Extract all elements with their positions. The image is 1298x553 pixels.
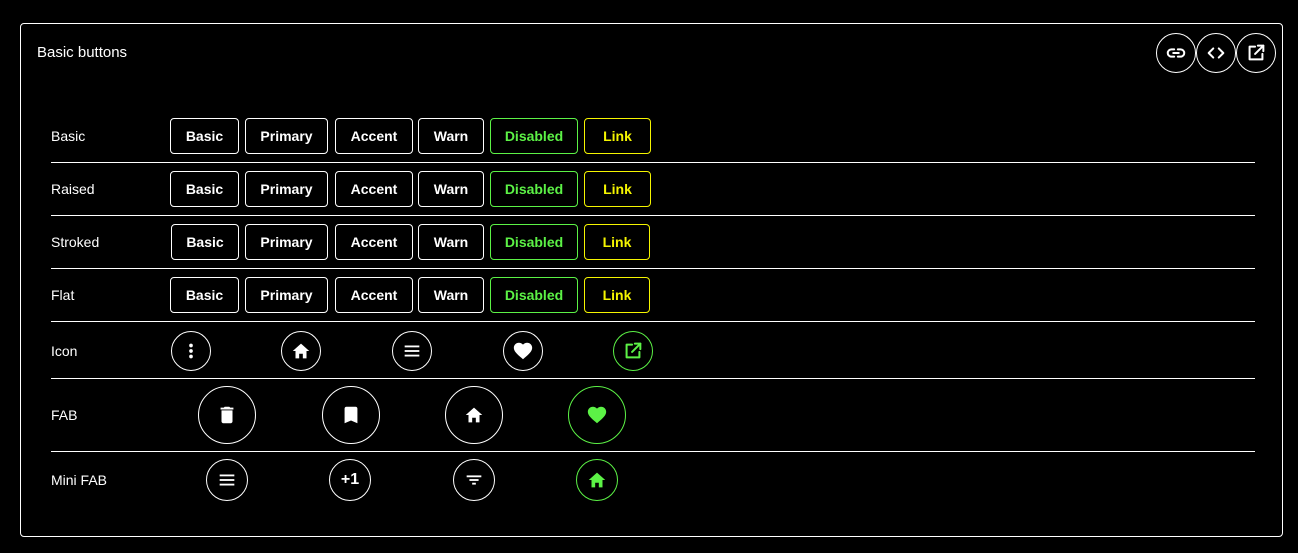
row-flat: Flat Basic Primary Accent Warn Disabled … xyxy=(51,269,1255,322)
code-icon xyxy=(1207,47,1225,59)
link-icon xyxy=(1166,48,1186,58)
row-stroked: Stroked Basic Primary Accent Warn Disabl… xyxy=(51,216,1255,269)
row-mini-fab: Mini FAB +1 xyxy=(51,452,1255,516)
filter-mini-fab[interactable] xyxy=(453,459,495,501)
row-fab: FAB xyxy=(51,379,1255,452)
delete-fab[interactable] xyxy=(198,386,256,444)
disabled-button[interactable]: Disabled xyxy=(490,224,578,260)
basic-buttons-card: Basic buttons Basic Basic Primary Accent… xyxy=(20,23,1283,537)
disabled-button[interactable]: Disabled xyxy=(490,118,578,154)
home-icon xyxy=(588,472,606,488)
favorite-icon xyxy=(513,342,533,360)
bookmark-fab[interactable] xyxy=(322,386,380,444)
accent-button[interactable]: Accent xyxy=(335,171,413,207)
row-label: Basic xyxy=(51,128,86,144)
copy-link-button[interactable] xyxy=(1156,33,1196,73)
home-mini-fab[interactable] xyxy=(576,459,618,501)
delete-icon xyxy=(220,406,234,424)
link-button[interactable]: Link xyxy=(584,171,651,207)
primary-button[interactable]: Primary xyxy=(245,224,328,260)
accent-button[interactable]: Accent xyxy=(335,118,413,154)
basic-button[interactable]: Basic xyxy=(170,118,239,154)
favorite-fab[interactable] xyxy=(568,386,626,444)
home-fab[interactable] xyxy=(445,386,503,444)
more-vert-icon xyxy=(189,343,193,359)
view-code-button[interactable] xyxy=(1196,33,1236,73)
favorite-icon xyxy=(587,406,607,424)
row-label: Mini FAB xyxy=(51,472,108,488)
more-options-button[interactable] xyxy=(171,331,211,371)
row-raised: Raised Basic Primary Accent Warn Disable… xyxy=(51,163,1255,216)
row-label: Raised xyxy=(51,181,95,197)
primary-button[interactable]: Primary xyxy=(245,277,328,313)
card-title: Basic buttons xyxy=(37,44,128,61)
open-in-new-icon xyxy=(1248,44,1265,61)
basic-button[interactable]: Basic xyxy=(170,171,239,207)
bookmark-icon xyxy=(344,406,358,424)
row-basic: Basic Basic Primary Accent Warn Disabled… xyxy=(51,109,1255,163)
menu-button[interactable] xyxy=(392,331,432,371)
card-header-actions xyxy=(1156,33,1276,73)
open-in-new-icon xyxy=(625,342,642,359)
menu-mini-fab[interactable] xyxy=(206,459,248,501)
favorite-button[interactable] xyxy=(503,331,543,371)
warn-button[interactable]: Warn xyxy=(418,277,484,313)
filter-list-icon xyxy=(466,475,482,485)
warn-button[interactable]: Warn xyxy=(418,224,484,260)
open-in-new-button[interactable] xyxy=(1236,33,1276,73)
disabled-button[interactable]: Disabled xyxy=(490,277,578,313)
link-button[interactable]: Link xyxy=(584,277,650,313)
primary-button[interactable]: Primary xyxy=(245,171,328,207)
warn-button[interactable]: Warn xyxy=(418,118,484,154)
home-button[interactable] xyxy=(281,331,321,371)
row-label: FAB xyxy=(51,407,78,423)
home-icon xyxy=(465,407,483,423)
row-label: Flat xyxy=(51,287,75,303)
accent-button[interactable]: Accent xyxy=(335,277,413,313)
plus-one-mini-fab[interactable]: +1 xyxy=(329,459,371,501)
row-icon: Icon xyxy=(51,322,1255,379)
basic-button[interactable]: Basic xyxy=(171,224,239,260)
disabled-button[interactable]: Disabled xyxy=(490,171,578,207)
row-label: Icon xyxy=(51,343,78,359)
open-in-new-button[interactable] xyxy=(613,331,653,371)
home-icon xyxy=(292,343,310,359)
accent-button[interactable]: Accent xyxy=(335,224,413,260)
primary-button[interactable]: Primary xyxy=(245,118,328,154)
warn-button[interactable]: Warn xyxy=(418,171,484,207)
basic-button[interactable]: Basic xyxy=(170,277,239,313)
plus-one-icon: +1 xyxy=(340,471,360,488)
link-button[interactable]: Link xyxy=(584,118,651,154)
link-button[interactable]: Link xyxy=(584,224,650,260)
menu-icon xyxy=(404,345,420,357)
menu-icon xyxy=(219,474,235,486)
row-label: Stroked xyxy=(51,234,100,250)
